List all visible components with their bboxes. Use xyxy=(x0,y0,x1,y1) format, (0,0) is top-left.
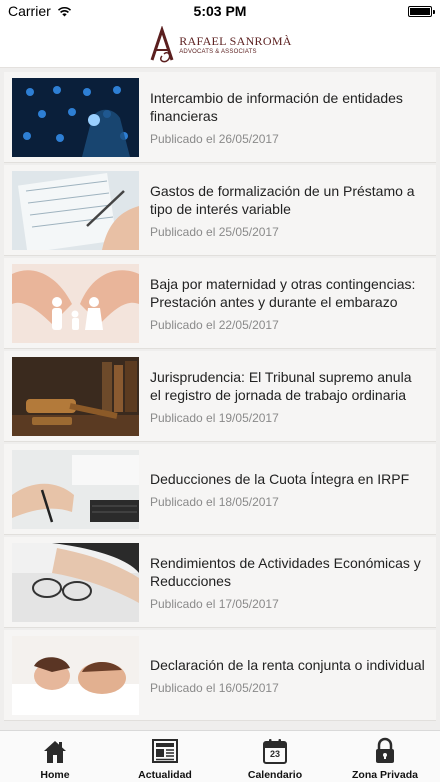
article-title: Deducciones de la Cuota Íntegra en IRPF xyxy=(150,470,410,487)
article-title: Gastos de formalización de un Préstamo a… xyxy=(150,182,415,217)
article-thumbnail xyxy=(12,449,139,529)
article-title: Declaración de la renta conjunta o indiv… xyxy=(150,656,425,673)
article-title: Baja por maternidad y otras contingencia… xyxy=(150,275,416,310)
article-title: Rendimientos de Actividades Económicas y… xyxy=(150,554,421,589)
tab-home[interactable]: Home xyxy=(0,731,110,782)
list-item[interactable]: Declaración de la renta conjunta o indiv… xyxy=(4,630,436,721)
list-item[interactable]: Intercambio de información de entidades … xyxy=(4,72,436,163)
article-thumbnail xyxy=(12,77,139,157)
list-item[interactable]: Gastos de formalización de un Préstamo a… xyxy=(4,165,436,256)
list-item[interactable]: Deducciones de la Cuota Íntegra en IRPF … xyxy=(4,444,436,535)
article-date: Publicado el 25/05/2017 xyxy=(150,224,279,239)
article-date: Publicado el 16/05/2017 xyxy=(150,680,279,695)
tab-calendario-label: Calendario xyxy=(247,769,303,781)
calendar-icon: 23 xyxy=(260,737,290,765)
article-date: Publicado el 26/05/2017 xyxy=(150,131,279,146)
tab-zona-privada-label: Zona Privada xyxy=(352,769,418,781)
tab-actualidad-label: Actualidad xyxy=(138,769,192,781)
home-icon xyxy=(40,737,70,765)
carrier-info: Carrier xyxy=(8,3,72,19)
calendar-day: 23 xyxy=(269,749,280,759)
article-date: Publicado el 17/05/2017 xyxy=(150,596,279,611)
article-thumbnail xyxy=(12,170,139,250)
article-title: Jurisprudencia: El Tribunal supremo anul… xyxy=(150,368,412,403)
lock-icon xyxy=(370,737,400,765)
article-thumbnail xyxy=(12,263,139,343)
logo-mark-icon xyxy=(150,25,174,62)
status-bar: Carrier 5:03 PM xyxy=(0,0,440,22)
article-title: Intercambio de información de entidades … xyxy=(150,89,403,124)
tab-zona-privada[interactable]: Zona Privada xyxy=(330,731,440,782)
article-date: Publicado el 22/05/2017 xyxy=(150,317,279,332)
carrier-label: Carrier xyxy=(8,3,51,19)
list-item[interactable]: Jurisprudencia: El Tribunal supremo anul… xyxy=(4,351,436,442)
tab-home-label: Home xyxy=(40,769,70,781)
logo-subtitle: ADVOCATS & ASSOCIATS xyxy=(179,48,257,55)
article-thumbnail xyxy=(12,635,139,715)
app-header: RAFAEL SANROMÀ ADVOCATS & ASSOCIATS xyxy=(0,22,440,68)
list-item[interactable]: Baja por maternidad y otras contingencia… xyxy=(4,258,436,349)
tab-calendario[interactable]: 23 Calendario xyxy=(220,731,330,782)
logo-name: RAFAEL SANROMÀ xyxy=(179,33,292,48)
battery-icon xyxy=(408,5,435,17)
article-thumbnail xyxy=(12,356,139,436)
tab-actualidad[interactable]: Actualidad xyxy=(110,731,220,782)
wifi-icon xyxy=(57,6,71,16)
brand-logo: RAFAEL SANROMÀ ADVOCATS & ASSOCIATS xyxy=(148,25,292,64)
list-item[interactable]: Rendimientos de Actividades Económicas y… xyxy=(4,537,436,628)
tab-bar: Home Actualidad 23 Calendario Zona Priva… xyxy=(0,730,440,782)
article-thumbnail xyxy=(12,542,139,622)
newspaper-icon xyxy=(150,737,180,765)
article-date: Publicado el 18/05/2017 xyxy=(150,494,279,509)
articles-list[interactable]: Intercambio de información de entidades … xyxy=(0,68,440,730)
article-date: Publicado el 19/05/2017 xyxy=(150,410,279,425)
